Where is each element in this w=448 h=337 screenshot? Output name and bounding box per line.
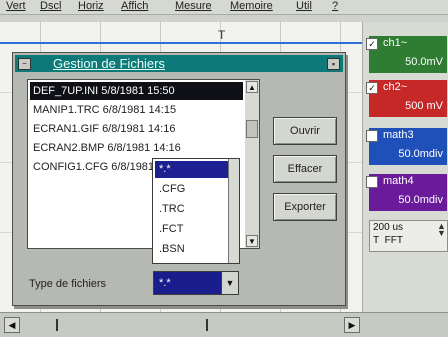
channel-4[interactable]: math4 50.0mdiv xyxy=(366,174,447,214)
menu-affich[interactable]: Affich xyxy=(121,0,148,13)
channel-1[interactable]: ✓ ch1~ 50.0mV xyxy=(366,36,447,76)
trigger-label: T xyxy=(373,235,380,246)
channel-4-name: math4 xyxy=(383,175,414,187)
menu-horiz[interactable]: Horiz xyxy=(78,0,104,13)
dropdown-option[interactable]: .FCT xyxy=(155,221,237,238)
list-item[interactable]: ECRAN2.BMP 6/8/1981 14:16 xyxy=(30,139,243,157)
file-type-label: Type de fichiers xyxy=(29,278,107,290)
dialog-titlebar[interactable]: − Gestion de Fichiers ▪ xyxy=(15,55,343,72)
timebase-control[interactable]: 200 us T FFT ▲ ▼ xyxy=(369,220,448,252)
channel-4-checkbox[interactable] xyxy=(366,176,378,188)
scroll-left-icon[interactable]: ◀ xyxy=(4,317,20,333)
scroll-right-icon[interactable]: ▶ xyxy=(344,317,360,333)
channel-panel: ✓ ch1~ 50.0mV ✓ ch2~ 500 mV math3 50.0md… xyxy=(362,22,448,312)
trigger-marker: T xyxy=(218,28,226,42)
export-button[interactable]: Exporter xyxy=(273,193,337,221)
channel-2-name: ch2~ xyxy=(383,81,408,93)
channel-3-checkbox[interactable] xyxy=(366,130,378,142)
channel-2[interactable]: ✓ ch2~ 500 mV xyxy=(366,80,447,120)
signal-trace xyxy=(0,42,362,44)
channel-1-scale: 50.0mV xyxy=(369,51,447,73)
dropdown-scrollbar[interactable] xyxy=(228,159,239,263)
chevron-down-icon[interactable]: ▼ xyxy=(221,272,238,294)
scroll-thumb[interactable] xyxy=(246,120,258,138)
menu-memoire[interactable]: Memoire xyxy=(230,0,273,13)
list-item[interactable]: MANIP1.TRC 6/8/1981 14:15 xyxy=(30,101,243,119)
close-icon[interactable]: ▪ xyxy=(327,58,340,70)
channel-1-name: ch1~ xyxy=(383,37,408,49)
file-type-select[interactable]: *.* ▼ xyxy=(153,271,239,295)
menu-help[interactable]: ? xyxy=(332,0,338,13)
dropdown-option[interactable]: .BSN xyxy=(155,241,237,258)
timebase-spinner-icon[interactable]: ▲ ▼ xyxy=(437,222,446,238)
dropdown-option[interactable]: .TRC xyxy=(155,201,237,218)
fft-label: FFT xyxy=(384,235,403,246)
file-type-dropdown[interactable]: *.* .CFG .TRC .FCT .BSN xyxy=(152,158,240,264)
menu-vert[interactable]: Vert xyxy=(6,0,26,13)
dialog-title: Gestion de Fichiers xyxy=(53,56,165,71)
channel-3[interactable]: math3 50.0mdiv xyxy=(366,128,447,168)
channel-2-checkbox[interactable]: ✓ xyxy=(366,82,378,94)
horizontal-scrollbar[interactable]: ◀ ▶ xyxy=(0,312,448,337)
scroll-marker xyxy=(56,319,58,331)
menu-mesure[interactable]: Mesure xyxy=(175,0,212,13)
scroll-marker xyxy=(206,319,208,331)
menu-dscl[interactable]: Dscl xyxy=(40,0,61,13)
channel-3-name: math3 xyxy=(383,129,414,141)
channel-3-scale: 50.0mdiv xyxy=(369,143,447,165)
menu-bar: Vert Dscl Horiz Affich Mesure Memoire Ut… xyxy=(0,0,448,15)
channel-4-scale: 50.0mdiv xyxy=(369,189,447,211)
timebase-value: 200 us xyxy=(373,222,404,233)
system-menu-icon[interactable]: − xyxy=(18,58,31,70)
delete-button[interactable]: Effacer xyxy=(273,155,337,183)
list-item[interactable]: DEF_7UP.INI 5/8/1981 15:50 xyxy=(30,82,243,100)
dropdown-option[interactable]: .CFG xyxy=(155,181,237,198)
file-type-value: *.* xyxy=(159,277,171,289)
scroll-down-icon[interactable]: ▼ xyxy=(246,235,258,247)
open-button[interactable]: Ouvrir xyxy=(273,117,337,145)
channel-2-scale: 500 mV xyxy=(369,95,447,117)
dropdown-option[interactable]: *.* xyxy=(155,161,237,178)
file-list-scrollbar[interactable]: ▲ ▼ xyxy=(245,79,260,249)
scroll-up-icon[interactable]: ▲ xyxy=(246,81,258,93)
list-item[interactable]: ECRAN1.GIF 6/8/1981 14:16 xyxy=(30,120,243,138)
channel-1-checkbox[interactable]: ✓ xyxy=(366,38,378,50)
menu-util[interactable]: Util xyxy=(296,0,312,13)
